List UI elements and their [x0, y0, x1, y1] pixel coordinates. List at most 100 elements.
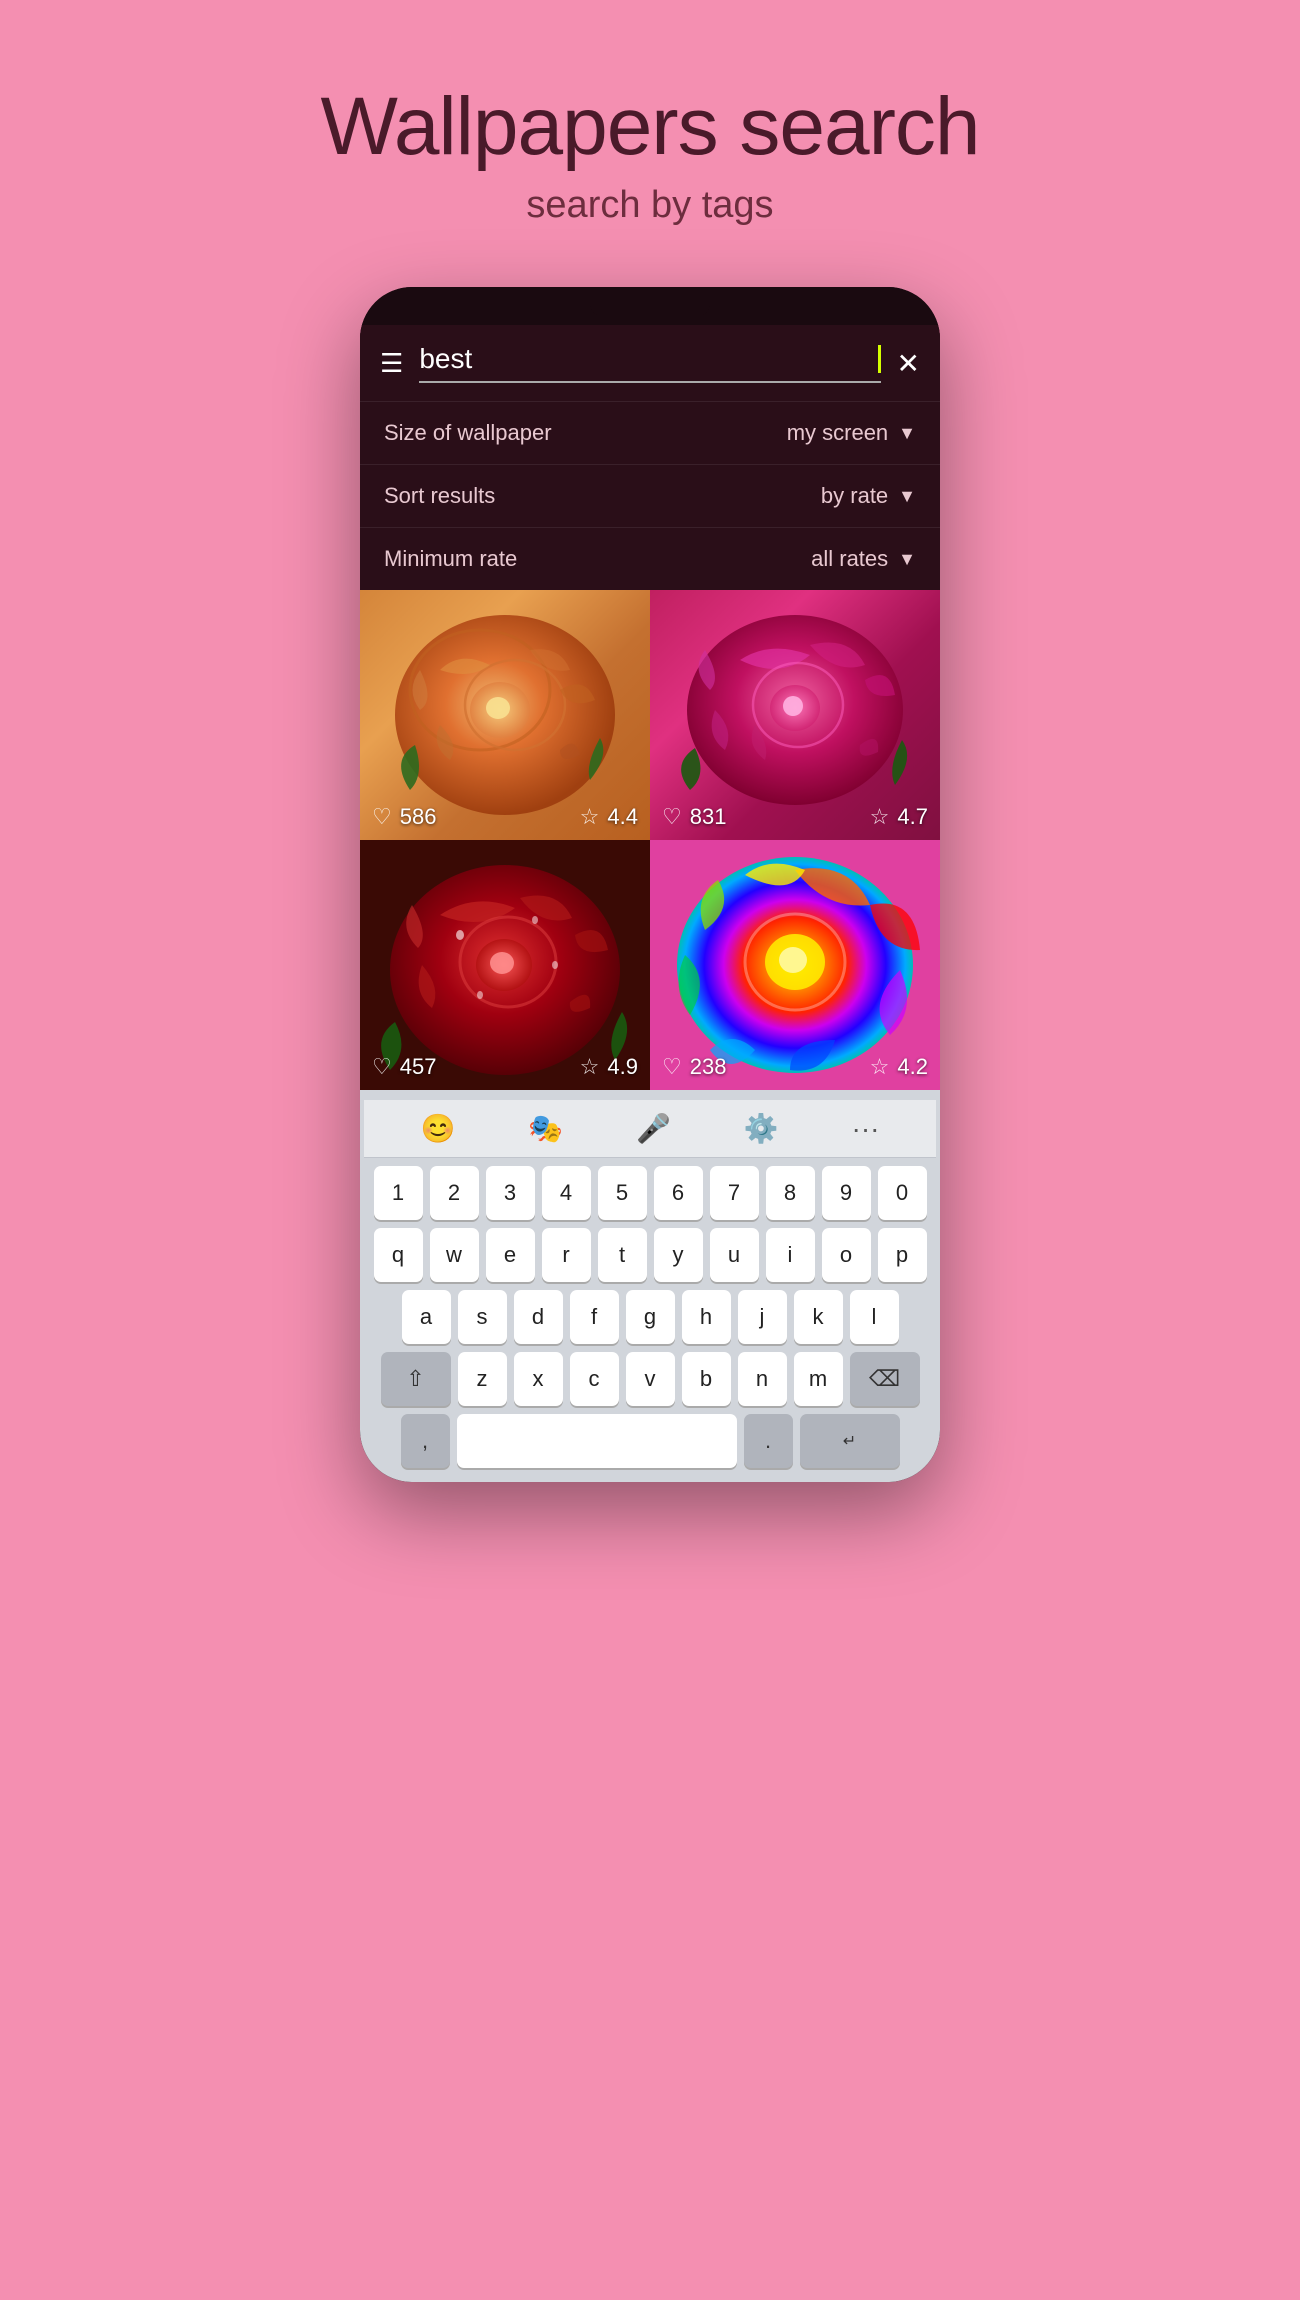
- heart-icon-3[interactable]: ♡: [372, 1054, 392, 1080]
- key-7[interactable]: 7: [710, 1166, 759, 1220]
- key-p[interactable]: p: [878, 1228, 927, 1282]
- sticker-icon[interactable]: 🎭: [528, 1112, 563, 1145]
- keyboard: 😊 🎭 🎤 ⚙️ ··· 1 2 3 4 5 6 7 8 9 0: [360, 1090, 940, 1482]
- sort-dropdown-arrow: ▼: [898, 486, 916, 507]
- key-d[interactable]: d: [514, 1290, 563, 1344]
- microphone-icon[interactable]: 🎤: [636, 1112, 671, 1145]
- image-cell-3[interactable]: ♡ 457 ☆ 4.9: [360, 840, 650, 1090]
- key-y[interactable]: y: [654, 1228, 703, 1282]
- image-cell-4[interactable]: ♡ 238 ☆ 4.2: [650, 840, 940, 1090]
- number-row: 1 2 3 4 5 6 7 8 9 0: [364, 1166, 936, 1220]
- size-filter-label: Size of wallpaper: [384, 420, 552, 446]
- likes-count-2: 831: [690, 804, 727, 830]
- rate-filter-row: Minimum rate all rates ▼: [360, 527, 940, 590]
- key-x[interactable]: x: [514, 1352, 563, 1406]
- backspace-key[interactable]: ⌫: [850, 1352, 920, 1406]
- key-v[interactable]: v: [626, 1352, 675, 1406]
- phone-top-bar: [360, 287, 940, 325]
- key-5[interactable]: 5: [598, 1166, 647, 1220]
- enter-key[interactable]: ↵: [800, 1414, 900, 1468]
- heart-icon-2[interactable]: ♡: [662, 804, 682, 830]
- key-m[interactable]: m: [794, 1352, 843, 1406]
- key-i[interactable]: i: [766, 1228, 815, 1282]
- key-s[interactable]: s: [458, 1290, 507, 1344]
- image-overlay-4: ♡ 238 ☆ 4.2: [650, 1044, 940, 1090]
- hamburger-icon[interactable]: ☰: [380, 348, 403, 379]
- page-title: Wallpapers search: [320, 80, 979, 174]
- key-c[interactable]: c: [570, 1352, 619, 1406]
- likes-1: ♡ 586: [372, 804, 436, 830]
- key-1[interactable]: 1: [374, 1166, 423, 1220]
- settings-icon[interactable]: ⚙️: [744, 1112, 779, 1145]
- sort-filter-dropdown[interactable]: by rate ▼: [821, 483, 916, 509]
- app-content: ☰ best ✕ Size of wallpaper my screen ▼ S…: [360, 325, 940, 1482]
- shift-key[interactable]: ⇧: [381, 1352, 451, 1406]
- key-b[interactable]: b: [682, 1352, 731, 1406]
- key-8[interactable]: 8: [766, 1166, 815, 1220]
- heart-icon-4[interactable]: ♡: [662, 1054, 682, 1080]
- key-a[interactable]: a: [402, 1290, 451, 1344]
- phone-notch: [590, 295, 710, 317]
- size-filter-value: my screen: [787, 420, 888, 446]
- key-g[interactable]: g: [626, 1290, 675, 1344]
- text-cursor: [878, 345, 881, 373]
- key-4[interactable]: 4: [542, 1166, 591, 1220]
- key-3[interactable]: 3: [486, 1166, 535, 1220]
- key-j[interactable]: j: [738, 1290, 787, 1344]
- likes-4: ♡ 238: [662, 1054, 726, 1080]
- key-l[interactable]: l: [850, 1290, 899, 1344]
- close-icon[interactable]: ✕: [897, 347, 920, 380]
- star-icon-1: ☆: [580, 804, 600, 830]
- key-6[interactable]: 6: [654, 1166, 703, 1220]
- key-2[interactable]: 2: [430, 1166, 479, 1220]
- size-filter-row: Size of wallpaper my screen ▼: [360, 401, 940, 464]
- key-0[interactable]: 0: [878, 1166, 927, 1220]
- star-icon-2: ☆: [870, 804, 890, 830]
- emoji-icon[interactable]: 😊: [420, 1112, 455, 1145]
- key-o[interactable]: o: [822, 1228, 871, 1282]
- rating-4: ☆ 4.2: [870, 1054, 928, 1080]
- key-z[interactable]: z: [458, 1352, 507, 1406]
- likes-count-1: 586: [400, 804, 437, 830]
- space-key[interactable]: [457, 1414, 737, 1468]
- size-filter-dropdown[interactable]: my screen ▼: [787, 420, 916, 446]
- more-icon[interactable]: ···: [852, 1113, 880, 1145]
- rating-value-4: 4.2: [897, 1054, 928, 1080]
- key-e[interactable]: e: [486, 1228, 535, 1282]
- key-row-3: ⇧ z x c v b n m ⌫: [364, 1352, 936, 1406]
- key-row-2: a s d f g h j k l: [364, 1290, 936, 1344]
- image-overlay-2: ♡ 831 ☆ 4.7: [650, 794, 940, 840]
- period-key[interactable]: .: [744, 1414, 793, 1468]
- rate-filter-dropdown[interactable]: all rates ▼: [811, 546, 916, 572]
- key-u[interactable]: u: [710, 1228, 759, 1282]
- image-grid: ♡ 586 ☆ 4.4: [360, 590, 940, 1090]
- search-bar: ☰ best ✕: [360, 325, 940, 401]
- phone-frame: ☰ best ✕ Size of wallpaper my screen ▼ S…: [360, 287, 940, 1482]
- search-input-wrapper[interactable]: best: [419, 343, 880, 383]
- search-input[interactable]: best: [419, 343, 875, 375]
- heart-icon-1[interactable]: ♡: [372, 804, 392, 830]
- likes-count-3: 457: [400, 1054, 437, 1080]
- image-cell-1[interactable]: ♡ 586 ☆ 4.4: [360, 590, 650, 840]
- image-cell-2[interactable]: ♡ 831 ☆ 4.7: [650, 590, 940, 840]
- likes-count-4: 238: [690, 1054, 727, 1080]
- key-w[interactable]: w: [430, 1228, 479, 1282]
- key-r[interactable]: r: [542, 1228, 591, 1282]
- star-icon-4: ☆: [870, 1054, 890, 1080]
- key-k[interactable]: k: [794, 1290, 843, 1344]
- key-q[interactable]: q: [374, 1228, 423, 1282]
- sort-filter-row: Sort results by rate ▼: [360, 464, 940, 527]
- key-t[interactable]: t: [598, 1228, 647, 1282]
- key-h[interactable]: h: [682, 1290, 731, 1344]
- key-f[interactable]: f: [570, 1290, 619, 1344]
- key-row-1: q w e r t y u i o p: [364, 1228, 936, 1282]
- key-9[interactable]: 9: [822, 1166, 871, 1220]
- sort-filter-label: Sort results: [384, 483, 495, 509]
- key-n[interactable]: n: [738, 1352, 787, 1406]
- likes-3: ♡ 457: [372, 1054, 436, 1080]
- comma-key[interactable]: ,: [401, 1414, 450, 1468]
- rate-filter-value: all rates: [811, 546, 888, 572]
- rating-value-2: 4.7: [897, 804, 928, 830]
- sort-filter-value: by rate: [821, 483, 888, 509]
- page-subtitle: search by tags: [526, 184, 773, 227]
